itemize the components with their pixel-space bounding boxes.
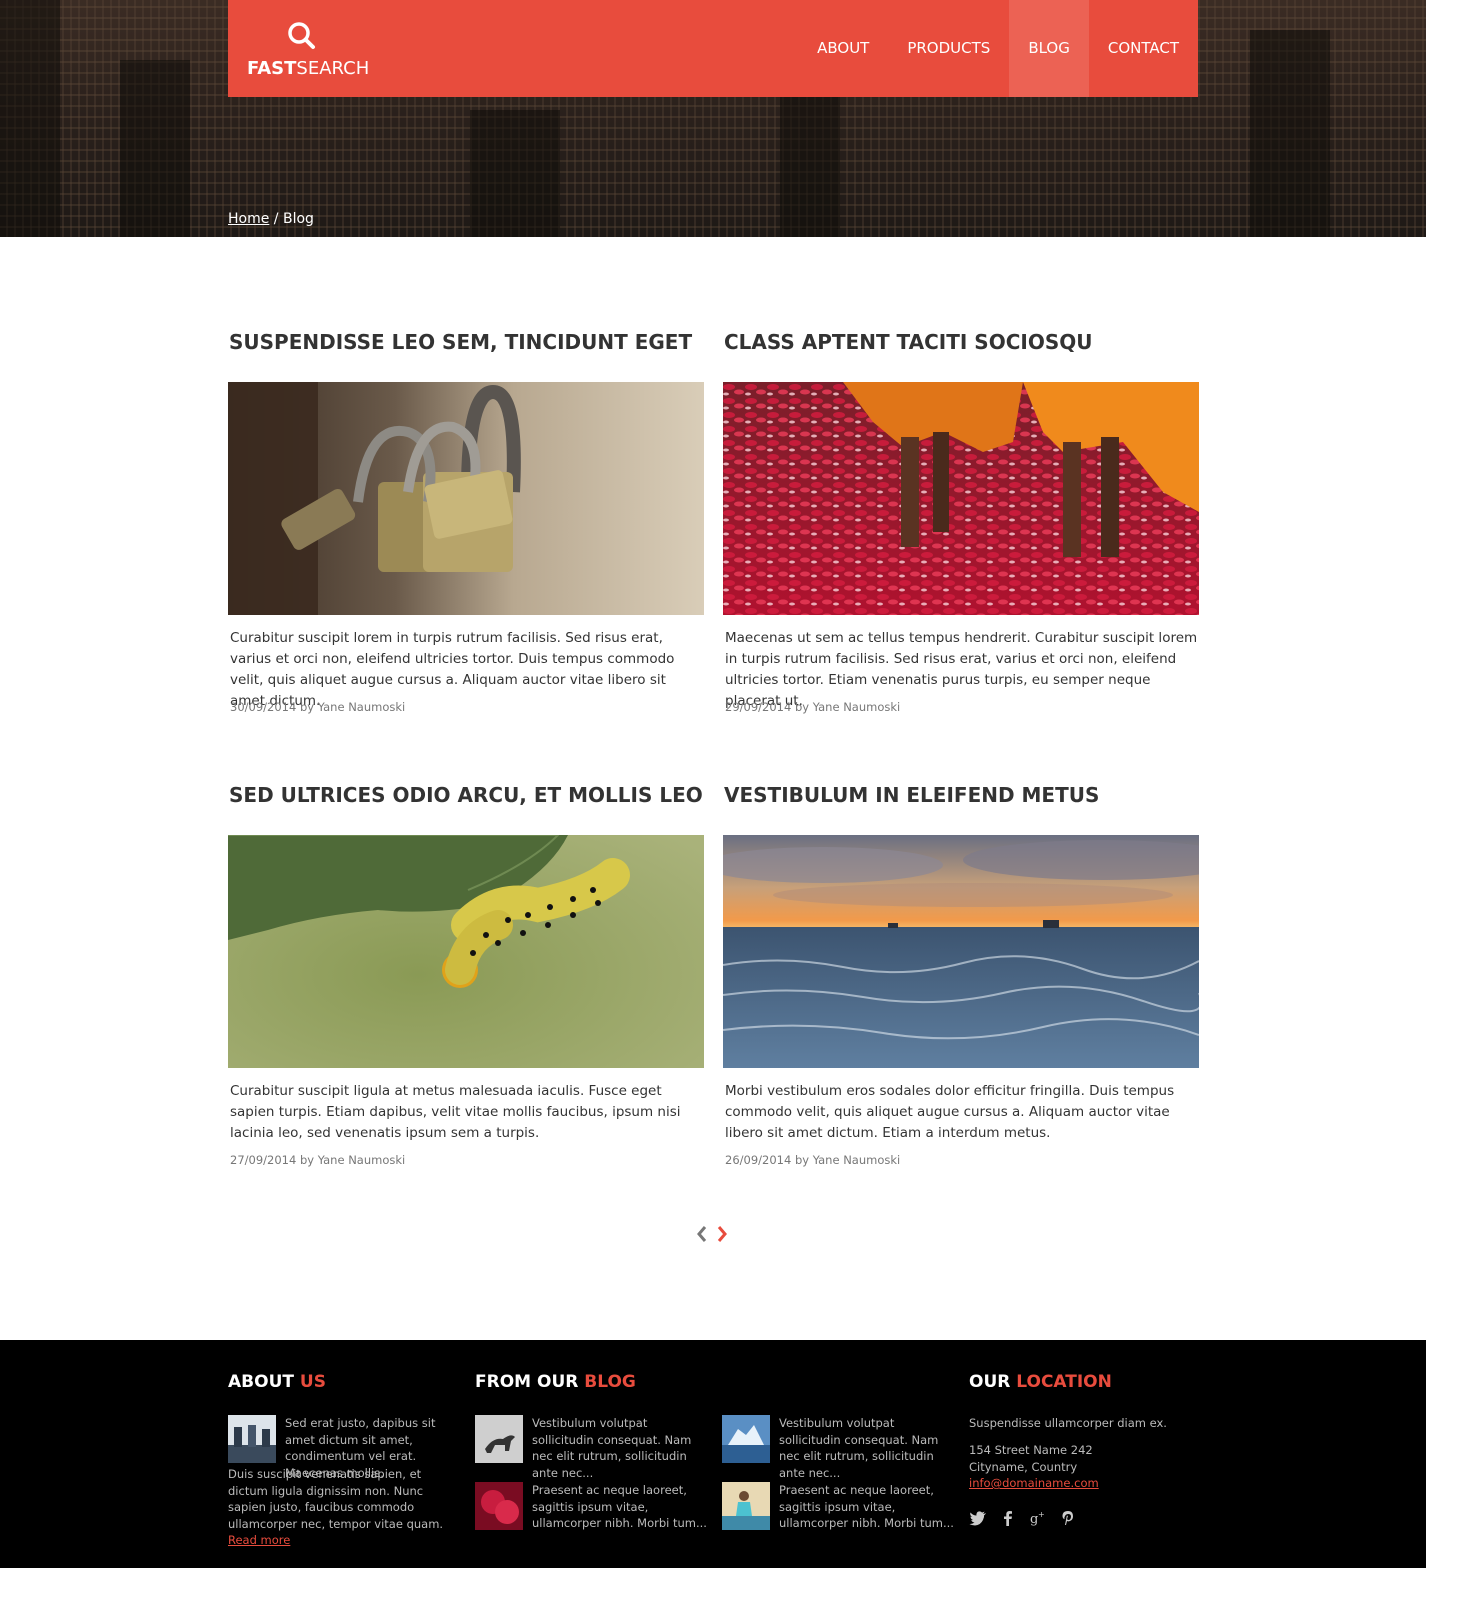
breadcrumb-current: Blog bbox=[282, 211, 314, 227]
location-tagline: Suspendisse ullamcorper diam ex. bbox=[969, 1416, 1167, 1430]
heading-white: ABOUT bbox=[228, 1372, 300, 1392]
post-meta: 30/09/2014 by Yane Naumoski bbox=[230, 700, 406, 714]
chevron-left-icon[interactable] bbox=[695, 1224, 709, 1244]
email-link[interactable]: info@domainame.com bbox=[969, 1476, 1099, 1490]
breadcrumb: Home / Blog bbox=[228, 211, 314, 227]
heading-accent: LOCATION bbox=[1016, 1372, 1112, 1392]
heading-white: FROM OUR bbox=[475, 1372, 585, 1392]
breadcrumb-separator: / bbox=[269, 211, 283, 227]
blog-post: VESTIBULUM IN ELEIFEND METUS Morbi vesti… bbox=[723, 783, 1199, 1167]
horse-thumbnail[interactable] bbox=[475, 1415, 523, 1463]
google-plus-icon[interactable]: g + bbox=[1029, 1509, 1047, 1527]
padlocks-photo[interactable] bbox=[228, 382, 704, 615]
about-text-more: Duis suscipit venenatis sapien, et dictu… bbox=[228, 1466, 460, 1549]
pinterest-icon[interactable] bbox=[1059, 1509, 1077, 1527]
logo-bold: FAST bbox=[247, 58, 297, 79]
post-excerpt: Morbi vestibulum eros sodales dolor effi… bbox=[725, 1083, 1175, 1141]
heading-accent: US bbox=[299, 1372, 326, 1392]
nav-blog[interactable]: BLOG bbox=[1009, 0, 1089, 97]
social-links: g + bbox=[969, 1509, 1077, 1527]
logo[interactable]: FASTSEARCH bbox=[246, 18, 376, 88]
pagination bbox=[695, 1224, 729, 1244]
post-title[interactable]: SUSPENDISSE LEO SEM, TINCIDUNT EGET bbox=[228, 330, 704, 354]
iceberg-thumbnail[interactable] bbox=[722, 1415, 770, 1463]
office-thumbnail bbox=[228, 1415, 276, 1463]
post-title[interactable]: VESTIBULUM IN ELEIFEND METUS bbox=[723, 783, 1199, 807]
footer-blog-heading: FROM OUR BLOG bbox=[475, 1372, 636, 1392]
post-meta: 29/09/2014 by Yane Naumoski bbox=[725, 700, 901, 714]
header-bar: FASTSEARCH ABOUT PRODUCTS BLOG CONTACT bbox=[228, 0, 1198, 97]
facebook-icon[interactable] bbox=[999, 1509, 1017, 1527]
nav-about[interactable]: ABOUT bbox=[798, 0, 888, 97]
hero-banner: FASTSEARCH ABOUT PRODUCTS BLOG CONTACT H… bbox=[0, 0, 1426, 237]
caterpillar-photo[interactable] bbox=[228, 835, 704, 1068]
logo-light: SEARCH bbox=[296, 58, 370, 79]
read-more-link[interactable]: Read more bbox=[228, 1533, 290, 1547]
blog-post: SUSPENDISSE LEO SEM, TINCIDUNT EGET Cura… bbox=[228, 330, 704, 714]
breadcrumb-home-link[interactable]: Home bbox=[228, 211, 269, 227]
logo-text: FASTSEARCH bbox=[247, 58, 369, 79]
location-street: 154 Street Name 242 bbox=[969, 1443, 1093, 1457]
post-meta: 27/09/2014 by Yane Naumoski bbox=[230, 1153, 406, 1167]
heading-white: OUR bbox=[969, 1372, 1017, 1392]
blog-item-text[interactable]: Praesent ac neque laoreet, sagittis ipsu… bbox=[532, 1482, 707, 1532]
rose-petals-photo[interactable] bbox=[723, 382, 1199, 615]
about-text-continued: Duis suscipit venenatis sapien, et dictu… bbox=[228, 1467, 444, 1531]
post-meta: 26/09/2014 by Yane Naumoski bbox=[725, 1153, 901, 1167]
nav-products[interactable]: PRODUCTS bbox=[888, 0, 1009, 97]
location-city: Cityname, Country bbox=[969, 1460, 1078, 1474]
post-excerpt: Curabitur suscipit ligula at metus males… bbox=[230, 1083, 681, 1141]
sea-sunset-photo[interactable] bbox=[723, 835, 1199, 1068]
location-email-wrap: info@domainame.com bbox=[969, 1475, 1199, 1492]
blog-item-text[interactable]: Vestibulum volutpat sollicitudin consequ… bbox=[532, 1415, 707, 1481]
footer: ABOUT US Sed erat justo, dapibus sit ame… bbox=[0, 1340, 1426, 1568]
blog-item-text[interactable]: Praesent ac neque laoreet, sagittis ipsu… bbox=[779, 1482, 954, 1532]
post-title[interactable]: CLASS APTENT TACITI SOCIOSQU bbox=[723, 330, 1199, 354]
svg-text:+: + bbox=[1038, 1510, 1045, 1519]
yoga-thumbnail[interactable] bbox=[722, 1482, 770, 1530]
post-title[interactable]: SED ULTRICES ODIO ARCU, ET MOLLIS LEO bbox=[228, 783, 704, 807]
footer-about-heading: ABOUT US bbox=[228, 1372, 326, 1392]
raspberry-thumbnail[interactable] bbox=[475, 1482, 523, 1530]
chevron-right-icon[interactable] bbox=[715, 1224, 729, 1244]
magnifier-icon bbox=[288, 22, 315, 49]
blog-item-text[interactable]: Vestibulum volutpat sollicitudin consequ… bbox=[779, 1415, 954, 1481]
heading-accent: BLOG bbox=[584, 1372, 636, 1392]
twitter-icon[interactable] bbox=[969, 1509, 987, 1527]
main-nav: ABOUT PRODUCTS BLOG CONTACT bbox=[798, 0, 1198, 97]
footer-location-heading: OUR LOCATION bbox=[969, 1372, 1112, 1392]
nav-contact[interactable]: CONTACT bbox=[1089, 0, 1198, 97]
blog-post: SED ULTRICES ODIO ARCU, ET MOLLIS LEO Cu… bbox=[228, 783, 704, 1167]
blog-post: CLASS APTENT TACITI SOCIOSQU Maecenas ut… bbox=[723, 330, 1199, 714]
